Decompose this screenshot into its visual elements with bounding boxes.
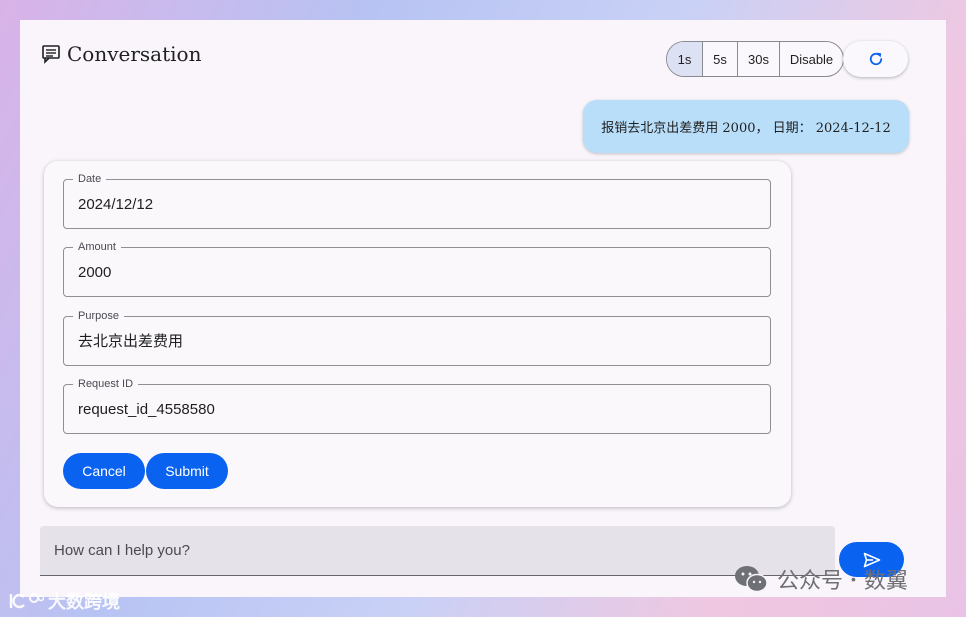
request-id-field[interactable]: Request ID request_id_4558580 <box>63 377 771 434</box>
refresh-interval-toggle: 1s 5s 30s Disable <box>666 41 844 77</box>
amount-field-label: Amount <box>73 240 121 254</box>
interval-option-30s[interactable]: 30s <box>737 42 779 76</box>
submit-button[interactable]: Submit <box>146 453 228 489</box>
interval-option-5s[interactable]: 5s <box>702 42 737 76</box>
interval-option-disable[interactable]: Disable <box>779 42 843 76</box>
chat-message-icon <box>42 45 60 64</box>
watermark-separator-dot: • <box>851 571 856 587</box>
chat-input-placeholder[interactable]: How can I help you? <box>54 542 190 559</box>
brand-logo-icon <box>9 593 44 609</box>
date-field-value[interactable]: 2024/12/12 <box>78 195 153 215</box>
conversation-panel: Conversation 1s 5s 30s Disable 报销去北京出差费用… <box>20 20 946 597</box>
request-id-field-value[interactable]: request_id_4558580 <box>78 400 215 420</box>
amount-field[interactable]: Amount 2000 <box>63 240 771 297</box>
expense-form-card: Date 2024/12/12 Amount 2000 Purpose 去北京出… <box>44 161 791 507</box>
watermark-name-text: 数翼 <box>863 568 908 593</box>
refresh-button[interactable] <box>843 41 908 77</box>
watermark-right: 公众号 • 数翼 <box>733 563 908 595</box>
watermark-left-text: 大数跨境 <box>48 592 120 612</box>
amount-field-value[interactable]: 2000 <box>78 263 111 283</box>
wechat-icon <box>735 566 768 593</box>
refresh-icon <box>869 52 882 66</box>
watermark-account-text: 公众号 <box>777 568 844 593</box>
cancel-button[interactable]: Cancel <box>63 453 145 489</box>
purpose-field[interactable]: Purpose 去北京出差费用 <box>63 309 771 366</box>
watermark-left: 大数跨境 <box>8 588 120 614</box>
chat-input[interactable]: How can I help you? <box>40 526 835 576</box>
purpose-field-value[interactable]: 去北京出差费用 <box>78 332 183 352</box>
page-title-text: Conversation <box>67 42 202 66</box>
date-field-label: Date <box>73 172 107 186</box>
purpose-field-label: Purpose <box>73 309 124 323</box>
request-id-field-label: Request ID <box>73 377 139 391</box>
page-title: Conversation <box>41 42 201 66</box>
date-field[interactable]: Date 2024/12/12 <box>63 172 771 229</box>
interval-option-1s[interactable]: 1s <box>667 42 702 76</box>
user-message-bubble: 报销去北京出差费用 2000， 日期： 2024-12-12 <box>583 100 909 153</box>
